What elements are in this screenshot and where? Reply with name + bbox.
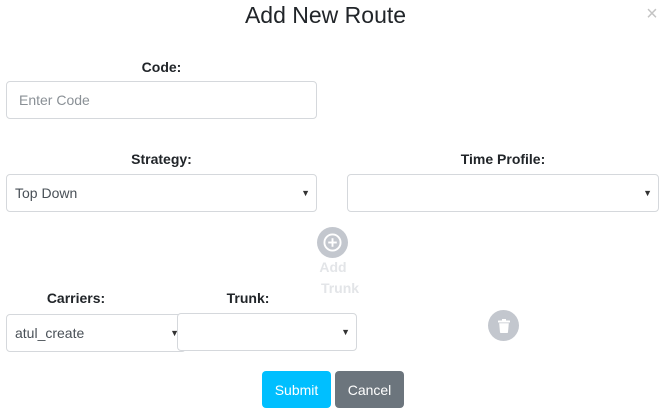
carriers-selected-value: atul_create: [15, 325, 85, 341]
caret-down-icon: ▼: [301, 188, 310, 198]
caret-down-icon: ▼: [341, 327, 350, 337]
plus-circle-icon: [323, 233, 342, 252]
caret-down-icon: ▼: [643, 188, 652, 198]
delete-trunk-button[interactable]: [488, 310, 519, 341]
add-route-dialog: Add New Route × Code: Strategy: Top Down…: [0, 0, 665, 412]
strategy-select[interactable]: Top Down ▼: [6, 174, 317, 212]
cancel-button[interactable]: Cancel: [335, 371, 404, 408]
time-profile-label: Time Profile:: [460, 151, 546, 167]
strategy-label: Strategy:: [131, 151, 192, 167]
trunk-select[interactable]: ▼: [177, 313, 357, 351]
close-icon[interactable]: ×: [642, 3, 662, 25]
submit-button[interactable]: Submit: [262, 371, 331, 408]
strategy-selected-value: Top Down: [15, 185, 78, 201]
dialog-title: Add New Route: [244, 2, 407, 28]
carriers-select[interactable]: atul_create ▼: [6, 314, 186, 352]
add-trunk-label-line1: Add: [319, 259, 347, 275]
trunk-label: Trunk:: [226, 290, 270, 306]
code-input[interactable]: [6, 81, 317, 119]
code-label: Code:: [141, 59, 182, 75]
add-trunk-label-line2: Trunk: [320, 280, 360, 296]
carriers-label: Carriers:: [46, 290, 106, 306]
time-profile-select[interactable]: ▼: [347, 174, 659, 212]
trash-icon: [497, 318, 510, 333]
add-trunk-button[interactable]: [317, 227, 348, 258]
